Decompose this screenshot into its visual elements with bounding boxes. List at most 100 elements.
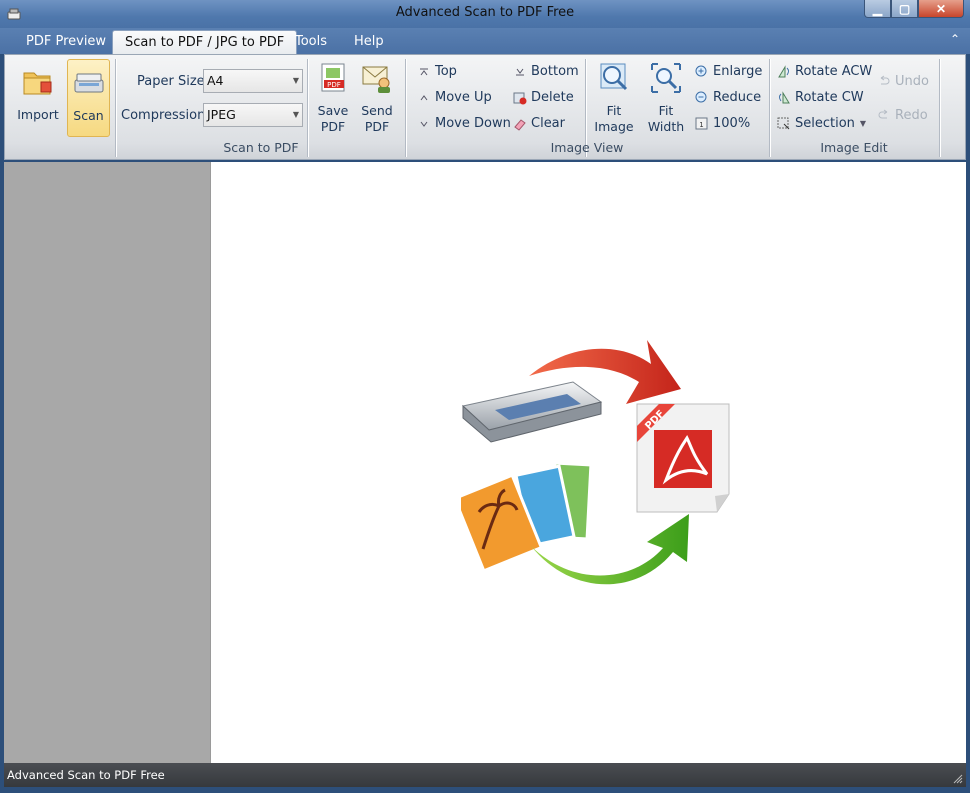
svg-text:1: 1 [699,121,703,129]
rotate-acw-label: Rotate ACW [795,64,873,79]
status-text: Advanced Scan to PDF Free [7,768,165,782]
zoom-out-icon [695,91,707,102]
move-down-icon [420,121,428,127]
import-label: Import [17,107,59,122]
scan-label: Scan [73,108,104,123]
save-pdf-icon: PDF [321,63,345,92]
delete-button[interactable]: Delete [513,90,574,105]
window-controls: ▁ ▢ ✕ [864,0,964,18]
eraser-icon [514,118,526,131]
selection-icon [777,117,790,129]
reduce-button[interactable]: Reduce [695,90,761,105]
rotate-acw-button[interactable]: Rotate ACW [777,64,872,79]
pdf-document-icon: PDF [636,403,730,513]
zoom-in-icon [695,65,707,76]
delete-label: Delete [531,90,574,105]
rotate-cw-label: Rotate CW [795,90,864,105]
window-title: Advanced Scan to PDF Free [395,5,575,20]
move-up-icon [420,94,428,100]
divider [939,59,940,157]
ribbon-collapse-icon[interactable]: ⌃ [950,32,960,46]
fit-image-icon [600,63,628,91]
tab-tools[interactable]: Tools [283,30,339,54]
image-canvas[interactable]: PDF [210,162,966,763]
scan-group-label: Scan to PDF [223,140,299,155]
reduce-label: Reduce [713,90,762,105]
move-up-button[interactable]: Move Up [417,90,492,105]
image-edit-group-label: Image Edit [820,140,888,155]
redo-label: Redo [895,108,928,123]
tab-help[interactable]: Help [342,30,396,54]
save-pdf-label-line1: Save [317,103,349,118]
move-down-button[interactable]: Move Down [417,116,511,131]
top-label: Top [435,64,457,79]
top-button[interactable]: Top [417,64,457,79]
folder-icon [23,72,52,95]
redo-button[interactable]: Redo [877,108,928,123]
rotate-left-icon [778,64,789,77]
chevron-down-icon: ▼ [292,76,299,85]
rotate-right-icon [779,90,790,103]
clear-label: Clear [531,116,565,131]
fit-image-button[interactable]: Fit Image [593,61,635,137]
send-pdf-label-line1: Send [361,103,393,118]
scanner-icon [74,73,103,93]
send-pdf-button[interactable]: Send PDF [357,61,397,137]
photos-icon [461,461,593,573]
minimize-button[interactable]: ▁ [864,0,891,18]
fit-width-icon [651,63,681,93]
save-pdf-label-line2: PDF [320,119,346,134]
move-bottom-icon [516,68,524,75]
thumbnail-pane[interactable] [4,162,210,763]
compression-value: JPEG [207,107,236,122]
paper-size-label: Paper Size [137,74,205,89]
zoom-100-label: 100% [713,116,751,131]
fit-image-label-line2: Image [594,119,634,134]
maximize-icon: ▢ [898,1,911,16]
svg-text:PDF: PDF [327,81,341,89]
bottom-button[interactable]: Bottom [513,64,579,79]
chevron-down-icon: ▼ [859,119,867,128]
selection-label: Selection [795,116,855,131]
move-down-label: Move Down [435,116,511,131]
status-bar: Advanced Scan to PDF Free [4,763,966,787]
enlarge-button[interactable]: Enlarge [695,64,762,79]
actual-size-icon: 1 [695,117,708,129]
close-icon: ✕ [935,1,947,16]
selection-button[interactable]: Selection ▼ [777,116,866,131]
minimize-icon: ▁ [872,1,883,16]
save-pdf-button[interactable]: PDF Save PDF [313,61,353,137]
undo-label: Undo [895,74,929,89]
import-button[interactable]: Import [15,61,61,135]
title-bar: Advanced Scan to PDF Free ▁ ▢ ✕ [0,0,970,28]
paper-size-value: A4 [207,73,224,88]
scan-button[interactable]: Scan [67,59,110,137]
scanner-icon [461,381,603,443]
compression-label: Compression [121,108,206,123]
image-view-group-label: Image View [550,140,624,155]
clear-button[interactable]: Clear [513,116,565,131]
menu-tab-bar: PDF Preview Scan to PDF / JPG to PDF Too… [0,28,970,54]
send-pdf-label-line2: PDF [364,119,390,134]
tab-scan-to-pdf[interactable]: Scan to PDF / JPG to PDF [112,30,298,54]
bottom-label: Bottom [531,64,579,79]
fit-width-label-line1: Fit [658,103,674,118]
resize-grip-icon[interactable] [953,774,963,784]
move-top-icon [420,68,428,75]
redo-icon [878,109,888,118]
undo-icon [880,75,890,84]
paper-size-select[interactable]: A4 ▼ [203,69,303,93]
send-mail-icon [362,66,390,93]
chevron-down-icon: ▼ [292,110,299,119]
fit-width-label-line2: Width [647,119,685,134]
rotate-cw-button[interactable]: Rotate CW [777,90,864,105]
compression-select[interactable]: JPEG ▼ [203,103,303,127]
ribbon: Import Scan Paper Size A4 ▼ Compression … [4,54,966,160]
close-button[interactable]: ✕ [918,0,964,18]
undo-button[interactable]: Undo [877,74,929,89]
fit-width-button[interactable]: Fit Width [645,61,687,137]
zoom-100-button[interactable]: 1 100% [695,116,750,131]
tab-pdf-preview[interactable]: PDF Preview [14,30,118,54]
scan-to-pdf-illustration: PDF [461,340,730,585]
maximize-button[interactable]: ▢ [891,0,918,18]
